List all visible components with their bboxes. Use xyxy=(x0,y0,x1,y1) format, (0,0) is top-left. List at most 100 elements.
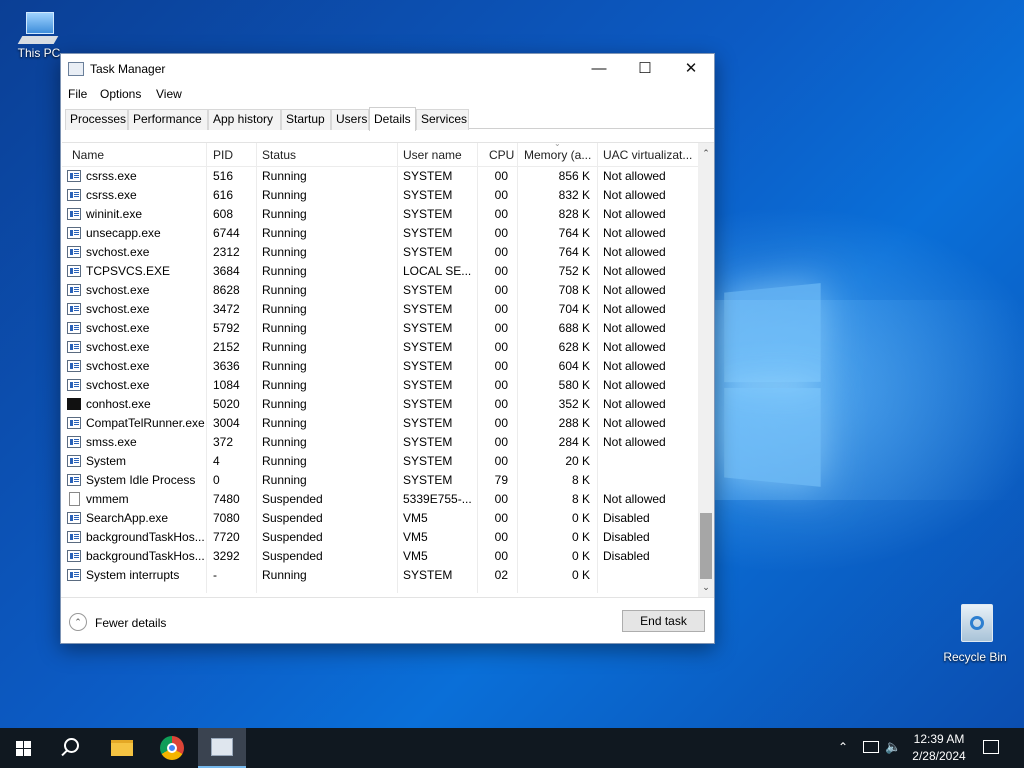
process-icon xyxy=(67,455,81,467)
details-table: Name PID Status User name CPU Memory (a.… xyxy=(62,139,714,597)
task-manager-taskbar-button[interactable] xyxy=(198,728,246,768)
column-header-memory[interactable]: Memory (a... xyxy=(524,148,598,162)
scroll-up-arrow-icon[interactable]: ⌃ xyxy=(698,145,714,161)
cell-name: csrss.exe xyxy=(86,188,137,202)
table-row[interactable]: svchost.exe 2312 Running SYSTEM 00 764 K Not a… xyxy=(62,243,698,262)
title-bar[interactable]: Task Manager — ☐ ✕ xyxy=(61,54,714,84)
table-row[interactable]: wininit.exe 608 Running SYSTEM 00 828 K Not al… xyxy=(62,205,698,224)
cell-memory: 284 K xyxy=(558,435,590,449)
table-row[interactable]: System interrupts - Running SYSTEM 02 0 K xyxy=(62,566,698,585)
chrome-button[interactable] xyxy=(148,728,196,768)
search-button[interactable] xyxy=(48,728,96,768)
cell-uac: Not allowed xyxy=(603,435,666,449)
table-row[interactable]: smss.exe 372 Running SYSTEM 00 284 K Not allow… xyxy=(62,433,698,452)
tab-services[interactable]: Services xyxy=(416,109,469,130)
table-row[interactable]: System 4 Running SYSTEM 00 20 K xyxy=(62,452,698,471)
cell-pid: 5020 xyxy=(213,397,240,411)
column-header-user-name[interactable]: User name xyxy=(403,148,473,162)
cell-pid: 7480 xyxy=(213,492,240,506)
close-button[interactable]: ✕ xyxy=(668,54,714,84)
table-row[interactable]: SearchApp.exe 7080 Suspended VM5 00 0 K Disabl… xyxy=(62,509,698,528)
process-icon xyxy=(67,417,81,429)
tab-performance[interactable]: Performance xyxy=(128,109,208,130)
cell-uac: Not allowed xyxy=(603,416,666,430)
process-icon xyxy=(67,303,81,315)
vertical-scrollbar[interactable]: ⌃ ⌄ xyxy=(698,143,714,597)
cell-memory: 708 K xyxy=(558,283,590,297)
table-row[interactable]: svchost.exe 2152 Running SYSTEM 00 628 K Not a… xyxy=(62,338,698,357)
column-header-cpu[interactable]: CPU xyxy=(489,148,519,162)
volume-muted-icon[interactable]: 🔈 xyxy=(885,739,901,755)
minimize-button[interactable]: — xyxy=(576,54,622,84)
cell-memory: 288 K xyxy=(558,416,590,430)
cell-memory: 704 K xyxy=(558,302,590,316)
cell-memory: 0 K xyxy=(571,530,590,544)
cell-uac: Not allowed xyxy=(603,207,666,221)
scroll-down-arrow-icon[interactable]: ⌄ xyxy=(698,579,714,595)
process-icon xyxy=(67,265,81,277)
cell-memory: 8 K xyxy=(571,492,590,506)
menu-file[interactable]: File xyxy=(68,87,87,101)
table-row[interactable]: csrss.exe 616 Running SYSTEM 00 832 K Not allo… xyxy=(62,186,698,205)
chevron-up-icon[interactable]: ⌃ xyxy=(69,613,87,631)
table-row[interactable]: conhost.exe 5020 Running SYSTEM 00 352 K Not a… xyxy=(62,395,698,414)
desktop-icon-recycle-bin[interactable]: Recycle Bin xyxy=(940,600,1010,664)
menu-options[interactable]: Options xyxy=(100,87,141,101)
column-header-name[interactable]: Name xyxy=(72,148,202,162)
tab-users[interactable]: Users xyxy=(331,109,369,130)
column-header-pid[interactable]: PID xyxy=(213,148,253,162)
table-row[interactable]: vmmem 7480 Suspended 5339E755-... 00 8 K Not a… xyxy=(62,490,698,509)
clock-date[interactable]: 2/28/2024 xyxy=(906,749,972,763)
task-manager-window: Task Manager — ☐ ✕ File Options View Pro… xyxy=(60,53,715,644)
fewer-details-link[interactable]: Fewer details xyxy=(95,616,166,630)
start-button[interactable] xyxy=(0,728,48,768)
tab-processes[interactable]: Processes xyxy=(65,109,128,130)
table-row[interactable]: backgroundTaskHos... 7720 Suspended VM5 00 0 … xyxy=(62,528,698,547)
cell-pid: 372 xyxy=(213,435,234,449)
table-row[interactable]: TCPSVCS.EXE 3684 Running LOCAL SE... 00 752 K… xyxy=(62,262,698,281)
cell-pid: 608 xyxy=(213,207,234,221)
chevron-up-icon[interactable]: ⌃ xyxy=(838,740,848,754)
table-row[interactable]: csrss.exe 516 Running SYSTEM 00 856 K Not allo… xyxy=(62,167,698,186)
network-icon[interactable] xyxy=(863,741,879,753)
cell-pid: 7720 xyxy=(213,530,240,544)
tab-app-history[interactable]: App history xyxy=(208,109,281,130)
cell-cpu: 00 xyxy=(494,169,508,183)
cell-name: csrss.exe xyxy=(86,169,137,183)
scrollbar-thumb[interactable] xyxy=(700,513,712,579)
end-task-button[interactable]: End task xyxy=(622,610,705,632)
footer: ⌃ Fewer details End task xyxy=(61,597,714,643)
menu-view[interactable]: View xyxy=(156,87,182,101)
cell-pid: 7080 xyxy=(213,511,240,525)
tab-details[interactable]: Details xyxy=(369,107,416,131)
table-row[interactable]: System Idle Process 0 Running SYSTEM 79 8 K xyxy=(62,471,698,490)
tab-startup[interactable]: Startup xyxy=(281,109,331,130)
process-icon xyxy=(67,531,81,543)
table-row[interactable]: svchost.exe 8628 Running SYSTEM 00 708 K Not a… xyxy=(62,281,698,300)
cell-status: Running xyxy=(262,397,307,411)
process-icon xyxy=(67,284,81,296)
file-explorer-button[interactable] xyxy=(98,728,146,768)
desktop-icon-label: Recycle Bin xyxy=(943,650,1007,664)
cell-cpu: 00 xyxy=(494,530,508,544)
cell-name: backgroundTaskHos... xyxy=(86,530,205,544)
column-header-status[interactable]: Status xyxy=(262,148,382,162)
windows-logo-graphic xyxy=(724,283,823,489)
maximize-button[interactable]: ☐ xyxy=(622,54,668,84)
cell-pid: 2152 xyxy=(213,340,240,354)
cell-memory: 8 K xyxy=(571,473,590,487)
cell-pid: 3292 xyxy=(213,549,240,563)
clock-time[interactable]: 12:39 AM xyxy=(906,732,972,746)
table-row[interactable]: backgroundTaskHos... 3292 Suspended VM5 00 0 … xyxy=(62,547,698,566)
notification-icon[interactable] xyxy=(983,740,999,754)
cell-pid: - xyxy=(213,568,217,582)
table-row[interactable]: svchost.exe 3472 Running SYSTEM 00 704 K Not a… xyxy=(62,300,698,319)
table-row[interactable]: CompatTelRunner.exe 3004 Running SYSTEM 00 28… xyxy=(62,414,698,433)
cell-status: Suspended xyxy=(262,511,323,525)
column-header-uac[interactable]: UAC virtualizat... xyxy=(603,148,695,162)
cell-pid: 4 xyxy=(213,454,220,468)
table-row[interactable]: svchost.exe 3636 Running SYSTEM 00 604 K Not a… xyxy=(62,357,698,376)
table-row[interactable]: svchost.exe 1084 Running SYSTEM 00 580 K Not a… xyxy=(62,376,698,395)
table-row[interactable]: unsecapp.exe 6744 Running SYSTEM 00 764 K Not … xyxy=(62,224,698,243)
table-row[interactable]: svchost.exe 5792 Running SYSTEM 00 688 K Not a… xyxy=(62,319,698,338)
